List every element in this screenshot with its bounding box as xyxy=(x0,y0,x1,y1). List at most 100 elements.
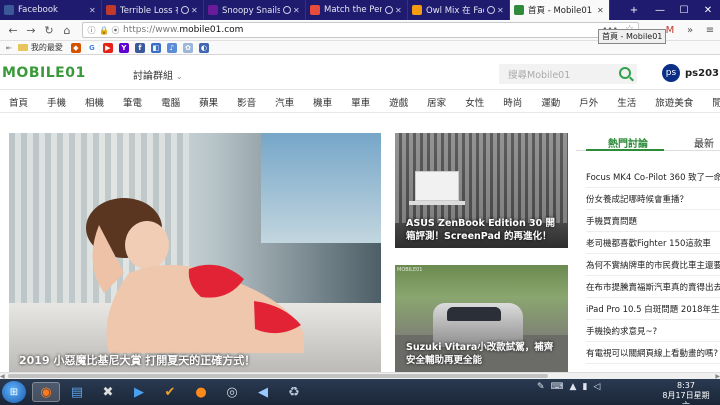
category-link-14[interactable]: 運動 xyxy=(541,95,560,109)
close-tab-icon[interactable]: ✕ xyxy=(395,6,403,15)
check-icon[interactable]: ✔ xyxy=(156,382,184,402)
category-link-13[interactable]: 時尚 xyxy=(503,95,522,109)
game-icon xyxy=(412,5,422,15)
hot-discussion-item[interactable]: 為何不實納牌車的市民費比車主還要 xyxy=(586,259,720,271)
category-link-1[interactable]: 手機 xyxy=(47,95,66,109)
category-link-9[interactable]: 單車 xyxy=(351,95,370,109)
volume-icon[interactable]: ◁ xyxy=(593,382,600,392)
mobile01-logo[interactable]: MOBILE01 xyxy=(2,65,86,81)
category-link-16[interactable]: 生活 xyxy=(617,95,636,109)
info-icon[interactable]: ⓘ xyxy=(87,26,96,35)
hot-tabs: 熱門討論 最新 xyxy=(576,131,720,151)
taskbar-clock[interactable]: 8:37 8月17日星期六 xyxy=(659,381,713,405)
category-link-8[interactable]: 機車 xyxy=(313,95,332,109)
disc-icon[interactable]: ◎ xyxy=(218,382,246,402)
browser-tab-1[interactable]: Terrible Loss 在 F ✕ xyxy=(102,0,204,20)
orange-ball-icon[interactable]: ● xyxy=(187,382,215,402)
scrollbar-thumb[interactable] xyxy=(8,374,548,378)
tab-sound-icon[interactable] xyxy=(283,6,291,14)
search-icon[interactable] xyxy=(619,67,631,79)
bookmark-icon-8[interactable]: ✿ xyxy=(182,42,193,53)
category-link-12[interactable]: 女性 xyxy=(465,95,484,109)
hot-discussion-item[interactable]: 有電視可以關網頁線上看動畫的嗎? xyxy=(586,347,720,359)
category-link-17[interactable]: 旅遊美食 xyxy=(655,95,693,109)
user-menu[interactable]: ps ps203 xyxy=(662,64,719,82)
permissions-icon[interactable]: ⦿ xyxy=(111,26,120,35)
browser-tab-4[interactable]: Owl Mix 在 Facel ✕ xyxy=(408,0,510,20)
file-explorer-icon[interactable]: ▤ xyxy=(63,382,91,402)
category-link-7[interactable]: 汽車 xyxy=(275,95,294,109)
browser-tab-5[interactable]: 首頁 - Mobile01 ✕ xyxy=(510,0,610,20)
category-link-4[interactable]: 電腦 xyxy=(161,95,180,109)
bookmark-icon-7[interactable]: ♪ xyxy=(166,42,177,53)
category-link-10[interactable]: 遊戲 xyxy=(389,95,408,109)
menu-icon[interactable]: ≡ xyxy=(700,25,720,36)
bookmarks-arrow-icon[interactable]: ⇤ xyxy=(6,44,12,52)
home-icon[interactable]: ⌂ xyxy=(58,21,76,39)
browser-tab-2[interactable]: Snoopy Snails 在 ✕ xyxy=(204,0,306,20)
category-link-11[interactable]: 居家 xyxy=(427,95,446,109)
article-card-asus[interactable]: ASUS ZenBook Edition 30 開箱評測！ScreenPad 的… xyxy=(395,133,568,248)
firefox-icon[interactable]: ◉ xyxy=(32,382,60,402)
fav-icon-1[interactable]: ◆ xyxy=(70,42,81,53)
forward-icon[interactable]: → xyxy=(22,21,40,39)
bookmark-icon-9[interactable]: ◐ xyxy=(198,42,209,53)
browser-tab-0[interactable]: Facebook ✕ xyxy=(0,0,102,20)
category-link-3[interactable]: 筆電 xyxy=(123,95,142,109)
category-link-18[interactable]: 閒聊 xyxy=(712,95,720,109)
back-icon[interactable]: ← xyxy=(4,21,22,39)
hot-discussion-item[interactable]: 在布市提騰賣福斯汽車真的賣得出去 xyxy=(586,281,720,293)
hot-discussion-item[interactable]: Focus MK4 Co-Pilot 360 致了一命 xyxy=(586,171,720,183)
cat-app-icon[interactable]: ✖ xyxy=(94,382,122,402)
bookmarks-folder[interactable]: 我的最愛 xyxy=(17,42,63,53)
close-tab-icon[interactable]: ✕ xyxy=(497,6,505,15)
new-tab-button[interactable]: + xyxy=(622,0,646,20)
hot-discussion-item[interactable]: iPad Pro 10.5 白斑問題 2018年生產 xyxy=(586,303,720,315)
close-window-button[interactable]: ✕ xyxy=(696,0,720,20)
hot-discussion-item[interactable]: 老司機都喜歡Fighter 150這款車 xyxy=(586,237,720,249)
url-bar[interactable]: ⓘ 🔒 ⦿ https://www.mobile01.com ••• ☆ xyxy=(82,22,639,38)
hot-discussion-item[interactable]: 份女養成記哪時候會重播？ xyxy=(586,193,720,205)
youtube-icon[interactable]: ▶ xyxy=(102,42,113,53)
browser-tab-3[interactable]: Match the Pengu ✕ xyxy=(306,0,408,20)
close-tab-icon[interactable]: ✕ xyxy=(293,6,301,15)
horizontal-scrollbar[interactable]: ◀ ▶ xyxy=(0,372,720,380)
forum-group-dropdown[interactable]: 討論群組 ⌄ xyxy=(133,67,183,82)
close-tab-icon[interactable]: ✕ xyxy=(89,6,97,15)
start-button-icon[interactable]: ⊞ xyxy=(2,381,26,403)
google-icon[interactable]: G xyxy=(86,42,97,53)
overflow-icon[interactable]: » xyxy=(680,25,700,36)
maximize-button[interactable]: ☐ xyxy=(672,0,696,20)
recycle-bin-icon[interactable]: ♻ xyxy=(280,382,308,402)
hot-discussion-item[interactable]: 手機買賣問題 xyxy=(586,215,720,227)
tab-latest[interactable]: 最新 xyxy=(694,135,714,150)
keyboard-icon[interactable]: ⌨ xyxy=(551,382,564,392)
network-icon[interactable]: ▮ xyxy=(582,382,587,392)
yahoo-icon[interactable]: Y xyxy=(118,42,129,53)
close-tab-icon[interactable]: ✕ xyxy=(597,6,605,15)
close-tab-icon[interactable]: ✕ xyxy=(191,6,199,15)
minimize-button[interactable]: — xyxy=(648,0,672,20)
site-search-input[interactable]: 搜尋Mobile01 xyxy=(499,64,637,84)
category-link-0[interactable]: 首頁 xyxy=(9,95,28,109)
reload-icon[interactable]: ↻ xyxy=(40,21,58,39)
facebook-icon[interactable]: f xyxy=(134,42,145,53)
article-card-suzuki[interactable]: MOBILE01 Suzuki Vitara小改款試駕，補齊安全輔助再更全能 xyxy=(395,265,568,372)
tab-sound-icon[interactable] xyxy=(181,6,189,14)
pen-icon[interactable]: ✎ xyxy=(537,382,545,392)
category-link-6[interactable]: 影音 xyxy=(237,95,256,109)
category-link-2[interactable]: 相機 xyxy=(85,95,104,109)
list-divider xyxy=(586,209,720,210)
category-link-5[interactable]: 蘋果 xyxy=(199,95,218,109)
speaker-icon[interactable]: ◀ xyxy=(249,382,277,402)
hot-discussion-item[interactable]: 手機換約求意見~? xyxy=(586,325,720,337)
tab-sound-icon[interactable] xyxy=(487,6,495,14)
bookmark-icon-6[interactable]: ◧ xyxy=(150,42,161,53)
category-link-15[interactable]: 戶外 xyxy=(579,95,598,109)
tab-hot-discussion[interactable]: 熱門討論 xyxy=(608,135,648,150)
lock-icon[interactable]: 🔒 xyxy=(99,26,109,35)
tab-sound-icon[interactable] xyxy=(385,6,393,14)
tray-up-icon[interactable]: ▲ xyxy=(570,382,577,392)
hero-article[interactable]: 2019 小惡魔比基尼大賞 打開夏天的正確方式！ xyxy=(9,133,381,372)
media-icon[interactable]: ▶ xyxy=(125,382,153,402)
